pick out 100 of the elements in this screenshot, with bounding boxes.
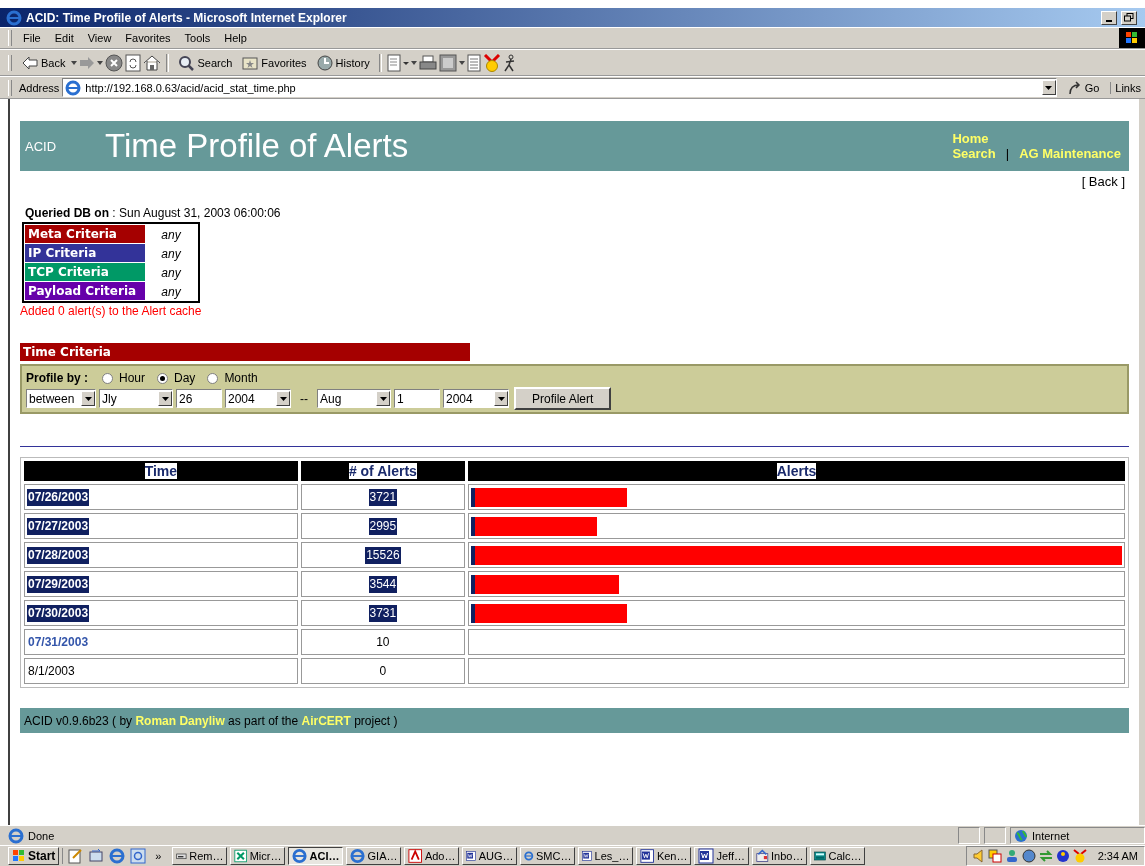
menu-item[interactable]: Favorites [118, 30, 178, 46]
start-button[interactable]: Start [8, 847, 60, 865]
history-button[interactable]: History [312, 52, 374, 73]
criteria-value: any [160, 227, 182, 243]
date-link[interactable]: 07/26/2003 [28, 489, 89, 504]
radio-button[interactable] [157, 372, 169, 384]
taskbar-button[interactable]: Micr… [230, 847, 286, 865]
address-label: Address [19, 81, 60, 94]
footer-text: ACID v0.9.6b23 ( by Roman Danyliw as part of the AirCERT project ) [24, 713, 398, 728]
date-cell: 8/1/2003 [28, 663, 75, 678]
network-icon[interactable] [987, 849, 1002, 863]
dropdown-arrow-icon[interactable] [71, 60, 78, 65]
people-icon[interactable] [1004, 849, 1019, 863]
column-header: Time [144, 463, 178, 479]
criteria-label[interactable]: IP Criteria [25, 244, 145, 262]
input-field[interactable]: 1 [394, 389, 440, 408]
menu-item[interactable]: Edit [47, 30, 81, 46]
dropdown-field[interactable]: between [26, 389, 96, 408]
windows-logo-icon [12, 849, 26, 863]
input-field[interactable]: 26 [176, 389, 222, 408]
document-icon[interactable] [466, 53, 481, 72]
brand-label: ACID [24, 138, 58, 154]
radio-button[interactable] [207, 372, 219, 384]
browser-icon [350, 848, 366, 864]
word-document-icon [640, 848, 655, 864]
home-icon[interactable] [143, 54, 162, 71]
taskbar-button[interactable]: Ado… [404, 847, 460, 865]
calculator-icon [814, 849, 827, 863]
back-button[interactable]: Back [18, 53, 70, 72]
criteria-label[interactable]: Meta Criteria [25, 225, 145, 243]
taskbar-button[interactable]: Les_… [578, 847, 634, 865]
taskbar-button[interactable]: GIA… [346, 847, 402, 865]
taskbar-button[interactable]: SMC… [520, 847, 576, 865]
search-icon [178, 54, 195, 71]
date-link[interactable]: 07/28/2003 [28, 547, 89, 562]
menu-item[interactable]: File [16, 30, 48, 46]
dropdown-field[interactable]: 2004 [443, 389, 509, 408]
date-link[interactable]: 07/29/2003 [28, 576, 89, 591]
radio-button[interactable] [102, 372, 113, 384]
dropdown-arrow-icon[interactable] [410, 60, 417, 65]
taskbar-button[interactable]: AUG… [462, 847, 518, 865]
favorites-button[interactable]: Favorites [238, 52, 311, 73]
notepad-icon[interactable] [67, 848, 84, 864]
document-pen-icon[interactable] [386, 53, 409, 72]
running-figure-icon[interactable] [502, 53, 517, 72]
dropdown-field[interactable]: Aug [317, 389, 391, 408]
alert-count: 3721 [369, 489, 397, 504]
alert-count: 0 [379, 663, 387, 678]
menu-item[interactable]: Tools [177, 30, 218, 46]
more-button[interactable]: » [151, 850, 166, 862]
refresh-icon[interactable] [125, 53, 142, 72]
stop-icon[interactable] [105, 53, 124, 72]
date-link[interactable]: 07/30/2003 [28, 605, 89, 620]
profile-label: Profile by : [26, 371, 88, 385]
column-header: Alerts [776, 463, 817, 479]
browser-icon [6, 9, 22, 26]
dropdown-arrow-icon [379, 396, 387, 401]
minimize-button[interactable] [1101, 10, 1117, 25]
radio-label: Day [174, 371, 196, 385]
criteria-label[interactable]: TCP Criteria [25, 263, 145, 281]
messenger-icon[interactable] [1055, 849, 1070, 863]
taskbar-button[interactable]: ACI… [288, 847, 344, 865]
section-header: Time Criteria [20, 343, 470, 361]
taskbar-button[interactable]: Jeff… [694, 847, 750, 865]
status-pane [958, 827, 980, 844]
date-link[interactable]: 07/27/2003 [28, 518, 89, 533]
taskbar-button[interactable]: Inbo… [752, 847, 808, 865]
word-document-icon [582, 848, 593, 864]
window-title: ACID: Time Profile of Alerts - Microsoft Internet Explorer [26, 10, 348, 25]
dropdown-field[interactable]: Jly [99, 389, 173, 408]
alert-count: 15526 [366, 547, 400, 562]
taskbar-button[interactable]: Ken… [636, 847, 692, 865]
separator: | [1005, 146, 1010, 161]
range-separator: -- [299, 391, 309, 406]
restore-button[interactable] [1121, 10, 1137, 25]
speaker-icon[interactable] [972, 849, 985, 863]
menu-item[interactable]: Help [217, 30, 254, 46]
profile-alert-button[interactable]: Profile Alert [514, 387, 612, 410]
taskbar-button[interactable]: Rem… [172, 847, 228, 865]
go-button[interactable]: Go [1059, 80, 1108, 95]
dropdown-field[interactable]: 2004 [225, 389, 291, 408]
criteria-label[interactable]: Payload Criteria [25, 282, 145, 300]
dropdown-arrow-icon [84, 396, 92, 401]
window-icon[interactable] [438, 53, 457, 72]
dropdown-arrow-icon[interactable] [458, 60, 465, 65]
minimize-icon [1106, 19, 1112, 22]
taskbar-button[interactable]: Calc… [810, 847, 866, 865]
magnifier-window-icon[interactable] [130, 848, 147, 864]
globe-icon[interactable] [1021, 849, 1036, 863]
alert-count: 3544 [369, 576, 397, 591]
address-field[interactable]: http://192.168.0.63/acid/acid_stat_time.php [62, 78, 1057, 97]
menu-item[interactable]: View [80, 30, 119, 46]
links-button[interactable]: Links [1110, 81, 1145, 94]
search-button[interactable]: Search [174, 52, 237, 73]
dropdown-arrow-icon[interactable] [97, 60, 104, 65]
inbox-icon [756, 848, 770, 864]
date-link[interactable]: 07/31/2003 [28, 634, 89, 649]
page-title: Time Profile of Alerts [105, 127, 410, 165]
back-link[interactable]: [ Back ] [1081, 174, 1125, 189]
printer-icon[interactable] [418, 54, 437, 71]
